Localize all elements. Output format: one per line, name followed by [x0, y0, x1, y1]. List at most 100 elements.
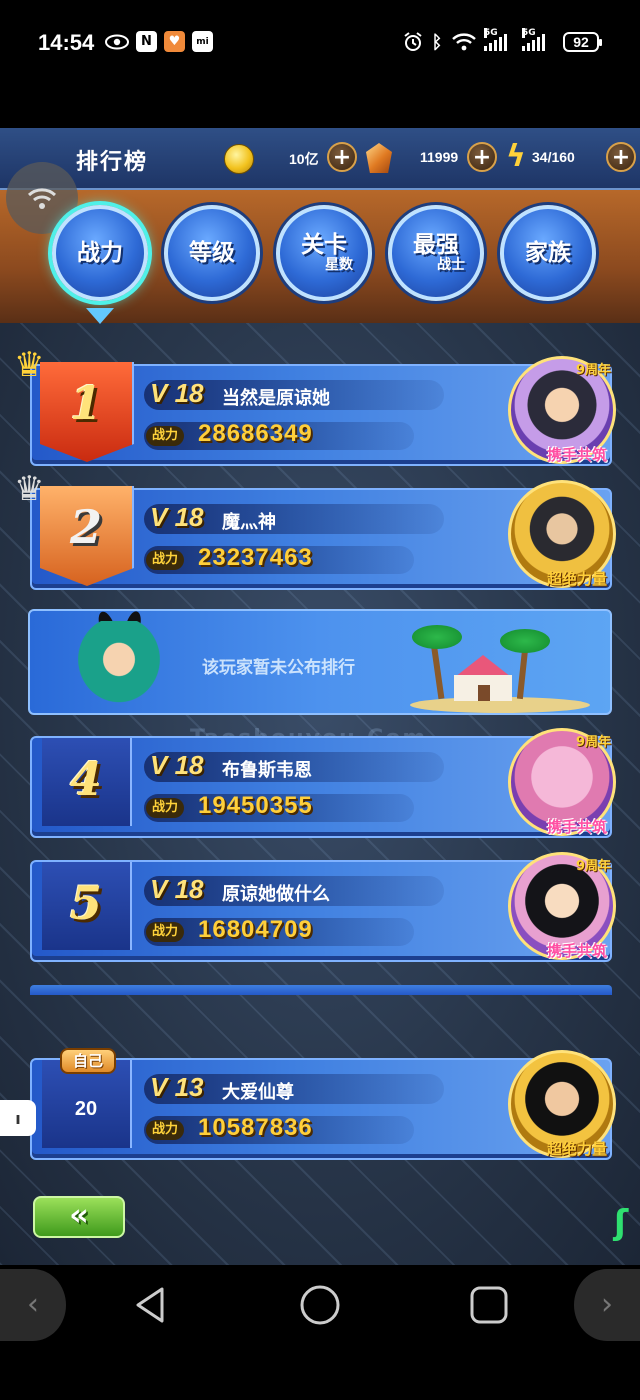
ranking-row-4[interactable]: 4 V 18 布鲁斯韦恩 战力 19450355 9周年 携手共筑	[30, 728, 616, 838]
wifi-icon	[27, 188, 57, 209]
wifi-icon	[450, 31, 478, 53]
back-button[interactable]: «	[33, 1196, 125, 1238]
vip-level: V 18	[150, 378, 204, 408]
rank-badge: 5	[42, 862, 132, 950]
player-avatar[interactable]: 超绝力量	[508, 1050, 616, 1158]
avatar-title-badge: 携手共筑	[546, 446, 607, 464]
hidden-rank-banner: 该玩家暂未公布排行	[28, 609, 612, 715]
corner-decoration-icon: ʃ	[614, 1203, 629, 1243]
ranking-row-5[interactable]: 5 V 18 原谅她做什么 战力 16804709 9周年 携手共筑	[30, 852, 616, 962]
tab-sublabel: 星数	[325, 257, 353, 273]
power-value: 23237463	[198, 544, 313, 571]
power-value: 10587836	[198, 1114, 313, 1141]
status-time: 14:54	[38, 30, 95, 55]
game-screen: 排行榜 10亿 + 11999 + ϟ 34/160 + 战力 等级 关卡 星数…	[0, 128, 640, 1265]
rank-badge: 4	[42, 738, 132, 826]
triangle-back-icon	[136, 1287, 164, 1323]
player-avatar[interactable]: 9周年 携手共筑	[508, 728, 616, 836]
house-door	[478, 685, 490, 701]
tab-label: 最强	[413, 232, 459, 258]
player-avatar[interactable]: 9周年 携手共筑	[508, 852, 616, 960]
tab-family[interactable]: 家族	[500, 205, 596, 301]
tab-level[interactable]: 等级	[164, 205, 260, 301]
page-title: 排行榜	[76, 150, 149, 175]
rank-number: 2	[69, 500, 102, 554]
tab-label: 战力	[77, 240, 123, 266]
power-label: 战力	[146, 550, 185, 570]
rank-number: 5	[69, 876, 102, 930]
network-2-label: 5G	[522, 28, 536, 38]
hidden-rank-text: 该玩家暂未公布排行	[202, 658, 355, 678]
gold-coin-icon	[224, 144, 254, 174]
nav-left-arrow-icon[interactable]: ‹	[0, 1269, 66, 1341]
recents-nav-button[interactable]	[465, 1281, 513, 1329]
silver-crown-icon: ♛	[14, 469, 45, 509]
tab-sublabel: 战士	[437, 257, 465, 273]
player-avatar[interactable]: 超绝力量	[508, 480, 616, 588]
house-roof	[455, 655, 511, 677]
floating-side-handle[interactable]: ı	[0, 1100, 36, 1136]
network-1-label: 5G	[484, 28, 498, 38]
back-nav-button[interactable]	[126, 1281, 174, 1329]
kame-house-illustration	[438, 655, 528, 705]
ranking-row-2[interactable]: 2 ♛ V 18 魔灬神 战力 23237463 超绝力量	[14, 472, 616, 590]
power-label: 战力	[146, 922, 185, 942]
mi-icon: mi	[192, 31, 213, 52]
self-ranking-row[interactable]: 20 自己 V 13 大爱仙尊 战力 10587836 超绝力量	[30, 1048, 616, 1160]
gold-amount: 10亿	[289, 151, 319, 167]
power-label: 战力	[146, 1120, 185, 1140]
vip-level: V 13	[150, 1072, 204, 1102]
tab-strongest-warrior[interactable]: 最强 战士	[388, 205, 484, 301]
eye-icon	[104, 31, 130, 53]
bulma-illustration	[64, 621, 174, 713]
tab-label: 等级	[189, 240, 235, 266]
player-name: 当然是原谅她	[222, 388, 330, 409]
battery-level: 92	[573, 34, 589, 50]
alarm-icon	[402, 31, 424, 53]
crystal-amount: 11999	[420, 149, 459, 165]
signal-2-icon: 5G	[522, 28, 545, 51]
bluetooth-icon: ᛒ	[431, 31, 443, 53]
signal-1-icon: 5G	[484, 28, 507, 51]
palm-leaves	[412, 625, 462, 649]
player-name: 原谅她做什么	[222, 884, 330, 905]
anniversary-badge: 9周年	[575, 735, 611, 750]
avatar-title-badge: 超绝力量	[546, 570, 607, 588]
home-nav-button[interactable]	[296, 1281, 344, 1329]
rank-number: 20	[74, 1098, 98, 1120]
power-label: 战力	[146, 426, 185, 446]
battery-icon: 92	[563, 32, 602, 52]
tab-label: 关卡	[301, 232, 347, 258]
vip-level: V 18	[150, 750, 204, 780]
top-header: 排行榜 10亿 + 11999 + ϟ 34/160 +	[0, 128, 640, 190]
crystal-icon	[366, 143, 392, 173]
power-value: 28686349	[198, 420, 313, 447]
power-label: 战力	[146, 798, 185, 818]
rank-number: 1	[69, 376, 102, 430]
status-bar: 14:54 N ♥ mi ᛒ 5G 5G 92	[0, 0, 640, 128]
player-avatar[interactable]: 9周年 携手共筑	[508, 356, 616, 464]
player-name: 布鲁斯韦恩	[222, 760, 312, 781]
rank-badge: 1	[40, 362, 134, 462]
ranking-row-1[interactable]: 1 ♛ V 18 当然是原谅她 战力 28686349 9周年 携手共筑	[14, 348, 616, 466]
square-recents-icon	[470, 1286, 508, 1324]
add-gold-button[interactable]: +	[327, 142, 357, 172]
avatar-title-badge: 携手共筑	[546, 942, 607, 960]
nfc-icon: N	[136, 31, 157, 52]
add-stamina-button[interactable]: +	[606, 142, 636, 172]
anniversary-badge: 9周年	[575, 859, 611, 874]
vip-level: V 18	[150, 874, 204, 904]
circle-home-icon	[300, 1285, 340, 1325]
self-tag: 自己	[60, 1048, 116, 1074]
stamina-icon: ϟ	[506, 139, 526, 174]
add-crystal-button[interactable]: +	[467, 142, 497, 172]
rank-badge: 2	[40, 486, 134, 586]
tab-stage-stars[interactable]: 关卡 星数	[276, 205, 372, 301]
power-value: 19450355	[198, 792, 313, 819]
anniversary-badge: 9周年	[575, 363, 611, 378]
nav-right-arrow-icon[interactable]: ›	[574, 1269, 640, 1341]
tab-combat-power[interactable]: 战力	[52, 205, 148, 301]
system-navigation-bar: ‹ ›	[0, 1265, 640, 1400]
gold-crown-icon: ♛	[14, 345, 45, 385]
rank-number: 4	[69, 752, 102, 806]
